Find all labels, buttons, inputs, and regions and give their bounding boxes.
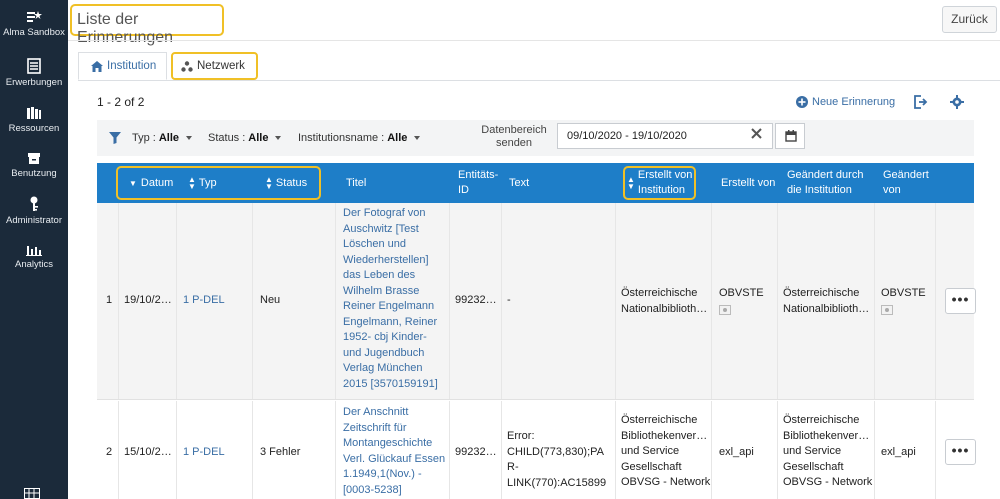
cell-text: -: [507, 294, 511, 306]
filter-status-label: Status :: [208, 132, 246, 144]
cell-title-link[interactable]: Der Anschnitt Zeitschrift für Montangesc…: [343, 405, 447, 498]
cell-created-inst: Österreichische Bibliothekenver… und Ser…: [621, 414, 711, 488]
cell-changed-inst: Österreichische Nationalbiblioth…: [783, 287, 870, 315]
tab-network-label: Netzwerk: [197, 60, 245, 72]
new-reminder-label: Neue Erinnerung: [812, 96, 896, 108]
resources-icon: [27, 107, 41, 119]
filter-bar: Typ : Alle Status : Alle Institutionsnam…: [97, 120, 974, 156]
col-text-label: Text: [509, 176, 530, 189]
user-card-icon[interactable]: [719, 304, 731, 315]
nav-ressourcen[interactable]: Ressourcen: [0, 106, 68, 134]
col-entity[interactable]: Entitäts-ID: [458, 163, 504, 203]
filter-status[interactable]: Status : Alle: [208, 132, 282, 144]
filter-typ-label: Typ :: [132, 132, 156, 144]
col-entity-label: Entitäts-ID: [458, 169, 499, 196]
nav-label-alma-sandbox: Alma Sandbox: [3, 27, 65, 38]
cell-date: 15/10/2…: [124, 446, 172, 458]
nav-administrator[interactable]: Administrator: [0, 196, 68, 226]
nav-benutzung[interactable]: Benutzung: [0, 152, 68, 179]
page-title: Liste der Erinnerungen: [70, 4, 224, 46]
left-navigation: Alma Sandbox Erwerbungen Ressourcen Benu…: [0, 0, 68, 499]
created-inst-highlight: [623, 166, 696, 200]
cell-title-link[interactable]: Der Fotograf von Auschwitz [Test Löschen…: [343, 206, 443, 392]
filter-inst-label: Institutionsname :: [298, 132, 385, 144]
filter-institution[interactable]: Institutionsname : Alle: [298, 132, 421, 144]
col-created-by-label: Erstellt von: [721, 176, 776, 189]
col-changed-by-label: Geändert von: [883, 169, 929, 196]
cell-status: Neu: [260, 294, 281, 306]
cell-created-inst: Österreichische Nationalbiblioth…: [621, 287, 708, 315]
new-reminder-button[interactable]: Neue Erinnerung: [796, 96, 895, 108]
table-row[interactable]: 1 19/10/2… 1 P-DEL Neu Der Fotograf von …: [97, 203, 976, 400]
nav-alma-sandbox[interactable]: Alma Sandbox: [0, 10, 68, 38]
col-created-by[interactable]: Erstellt von: [721, 163, 775, 203]
cell-status: 3 Fehler: [260, 446, 301, 458]
col-changed-by[interactable]: Geändert von: [883, 163, 935, 203]
cell-type-link[interactable]: 1 P-DEL: [183, 293, 225, 309]
cell-created-by: exl_api: [719, 446, 754, 458]
tab-institution[interactable]: Institution: [78, 52, 167, 80]
table-row[interactable]: 2 15/10/2… 1 P-DEL 3 Fehler Der Anschnit…: [97, 401, 976, 499]
cell-date: 19/10/2…: [124, 294, 172, 306]
nav-label-administrator: Administrator: [6, 215, 62, 226]
nav-label-ressourcen: Ressourcen: [8, 123, 60, 134]
row-number: 1: [106, 294, 113, 306]
nav-label-erwerbungen: Erwerbungen: [5, 77, 63, 88]
filter-status-value: Alle: [248, 132, 269, 144]
col-titel[interactable]: Titel: [346, 163, 366, 203]
date-range-input[interactable]: 09/10/2020 - 19/10/2020: [557, 123, 773, 149]
cell-entity-id: 99232…: [455, 294, 497, 306]
calendar-icon: [785, 130, 797, 142]
filter-inst-value: Alle: [387, 132, 408, 144]
row-number: 2: [106, 446, 113, 458]
cell-type-link[interactable]: 1 P-DEL: [183, 445, 225, 461]
created-by-name: OBVSTE: [719, 287, 764, 299]
row-actions-button[interactable]: •••: [945, 288, 976, 314]
result-count: 1 - 2 of 2: [97, 95, 145, 109]
chevron-down-icon: [186, 136, 193, 140]
back-button[interactable]: Zurück: [942, 6, 997, 33]
plus-circle-icon: [796, 96, 808, 108]
nav-label-benutzung: Benutzung: [11, 168, 57, 179]
analytics-icon: [26, 246, 42, 256]
calendar-button[interactable]: [775, 123, 805, 149]
cell-text: Error: CHILD(773,830);PAR-LINK(770):AC15…: [507, 430, 607, 499]
filter-icon: [109, 132, 121, 144]
changed-by-name: OBVSTE: [881, 287, 926, 299]
date-range-label: Datenbereich senden: [481, 124, 547, 149]
close-icon[interactable]: [751, 128, 762, 139]
tab-network[interactable]: Netzwerk: [171, 52, 258, 80]
gear-icon[interactable]: [950, 95, 964, 109]
col-changed-inst-label: Geändert durch die Institution: [787, 169, 864, 196]
table-icon[interactable]: [24, 488, 40, 499]
cell-changed-inst: Österreichische Bibliothekenver… und Ser…: [783, 414, 873, 488]
fulfillment-icon: [28, 153, 40, 164]
filter-typ[interactable]: Typ : Alle: [132, 132, 193, 144]
network-icon: [181, 60, 193, 72]
alma-sandbox-icon: [27, 11, 42, 22]
user-card-icon[interactable]: [881, 304, 893, 315]
home-icon: [91, 60, 103, 72]
acquisitions-icon: [27, 58, 41, 74]
tabs-divider: [78, 80, 1000, 81]
export-icon[interactable]: [913, 95, 928, 109]
cell-entity-id: 99232…: [455, 446, 497, 458]
cell-created-by: OBVSTE: [719, 286, 764, 320]
chevron-down-icon: [275, 136, 282, 140]
nav-erwerbungen[interactable]: Erwerbungen: [0, 58, 68, 88]
nav-analytics[interactable]: Analytics: [0, 244, 68, 270]
cell-changed-by: OBVSTE: [881, 286, 926, 320]
col-titel-label: Titel: [346, 176, 367, 189]
cell-changed-by: exl_api: [881, 446, 916, 458]
row-actions-button[interactable]: •••: [945, 439, 976, 465]
nav-label-analytics: Analytics: [14, 259, 53, 270]
col-text[interactable]: Text: [509, 163, 529, 203]
filter-typ-value: Alle: [158, 132, 180, 144]
admin-icon: [30, 196, 38, 211]
chevron-down-icon: [414, 136, 421, 140]
sort-columns-highlight: [116, 166, 321, 200]
header-divider: [68, 40, 1000, 41]
col-changed-inst[interactable]: Geändert durch die Institution: [787, 163, 873, 203]
tab-institution-label: Institution: [107, 60, 157, 72]
